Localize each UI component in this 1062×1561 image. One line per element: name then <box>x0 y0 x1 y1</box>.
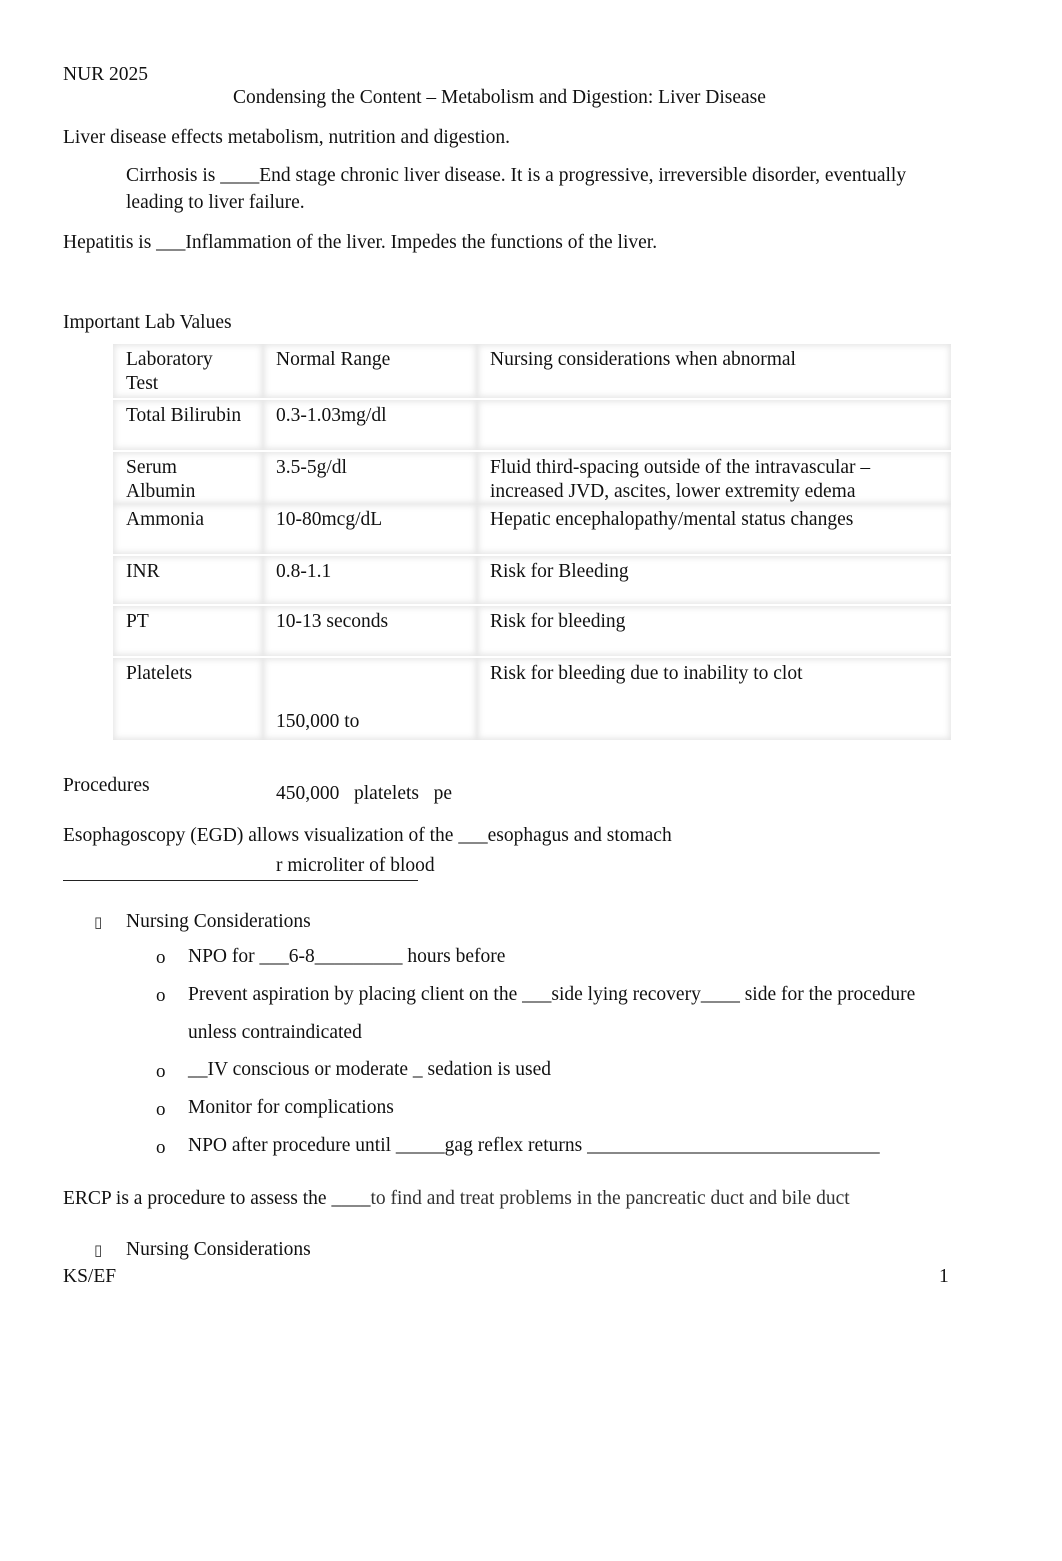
course-code: NUR 2025 <box>63 64 149 85</box>
egd-consideration-item: Monitor for complications <box>188 1097 394 1118</box>
cirrhosis-definition: Cirrhosis is ____End stage chronic liver… <box>126 165 907 186</box>
table-cell-range: 10-80mcg/dL <box>263 504 477 554</box>
table-cell-nursing: Hepatic encephalopathy/mental status cha… <box>477 504 951 554</box>
table-cell-range: 0.3-1.03mg/dl <box>263 400 477 450</box>
table-cell-nursing <box>477 400 951 450</box>
circle-bullet-icon: o <box>156 985 166 1006</box>
table-cell-nursing: Risk for bleeding due to inability to cl… <box>477 658 951 740</box>
egd-consideration-item: Prevent aspiration by placing client on … <box>188 984 916 1005</box>
table-cell-test: Ammonia <box>113 504 263 554</box>
procedures-heading: Procedures <box>63 775 150 796</box>
cell-text: 450,000 platelets pe <box>276 783 453 804</box>
circle-bullet-icon: o <box>156 1137 166 1158</box>
intro-text: Liver disease effects metabolism, nutrit… <box>63 127 510 148</box>
egd-description: Esophagoscopy (EGD) allows visualization… <box>63 825 672 846</box>
table-cell-test: Total Bilirubin <box>113 400 263 450</box>
ercp-text-start: ERCP is a procedure to assess the ____ <box>63 1188 371 1209</box>
square-bullet-icon: ▯ <box>94 1241 103 1259</box>
cell-text: 150,000 to <box>276 711 360 732</box>
egd-nursing-considerations-heading: Nursing Considerations <box>126 911 311 932</box>
table-header-cell: Laboratory Test <box>113 344 263 398</box>
egd-consideration-item: NPO for ___6-8_________ hours before <box>188 946 506 967</box>
ercp-text-end: to find and treat problems in the pancre… <box>370 1188 850 1209</box>
circle-bullet-icon: o <box>156 947 166 968</box>
egd-consideration-item-cont: unless contraindicated <box>188 1022 362 1043</box>
cell-text: r microliter of blood <box>276 855 435 876</box>
table-header-cell: Normal Range <box>263 344 477 398</box>
table-cell-range: 3.5-5g/dl <box>263 452 477 504</box>
fill-in-blank-line <box>63 880 418 881</box>
cell-text: Fluid third-spacing outside of the intra… <box>490 457 871 478</box>
document-title: Condensing the Content – Metabolism and … <box>233 87 766 108</box>
table-header-cell: Nursing considerations when abnormal <box>477 344 951 398</box>
table-cell-test: Serum Albumin <box>113 452 263 504</box>
footer-initials: KS/EF <box>63 1266 117 1287</box>
egd-consideration-item: __IV conscious or moderate _ sedation is… <box>188 1059 552 1080</box>
table-cell-range: 10-13 seconds <box>263 606 477 656</box>
table-cell-range: 0.8-1.1 <box>263 556 477 604</box>
lab-values-heading: Important Lab Values <box>63 312 232 333</box>
header-text: Laboratory <box>126 349 213 370</box>
table-cell-nursing: Risk for Bleeding <box>477 556 951 604</box>
table-cell-nursing: Fluid third-spacing outside of the intra… <box>477 452 951 504</box>
header-text: Test <box>126 373 159 394</box>
ercp-nursing-considerations-heading: Nursing Considerations <box>126 1239 311 1260</box>
circle-bullet-icon: o <box>156 1099 166 1120</box>
page-number: 1 <box>939 1266 949 1287</box>
circle-bullet-icon: o <box>156 1061 166 1082</box>
table-cell-range: 150,000 to 450,000 platelets pe r microl… <box>263 658 477 876</box>
cell-text: Albumin <box>126 481 196 502</box>
ercp-description: ERCP is a procedure to assess the ____to… <box>63 1187 850 1211</box>
cell-text: increased JVD, ascites, lower extremity … <box>490 481 856 502</box>
hepatitis-definition: Hepatitis is ___Inflammation of the live… <box>63 232 658 253</box>
lab-values-table: Laboratory Test Normal Range Nursing con… <box>113 344 951 876</box>
square-bullet-icon: ▯ <box>94 913 103 931</box>
cell-text: Serum <box>126 457 177 478</box>
egd-consideration-item: NPO after procedure until _____gag refle… <box>188 1135 880 1156</box>
table-cell-test: INR <box>113 556 263 604</box>
table-cell-test: Platelets <box>113 658 263 740</box>
table-cell-nursing: Risk for bleeding <box>477 606 951 656</box>
table-cell-test: PT <box>113 606 263 656</box>
cirrhosis-definition-cont: leading to liver failure. <box>126 192 305 213</box>
